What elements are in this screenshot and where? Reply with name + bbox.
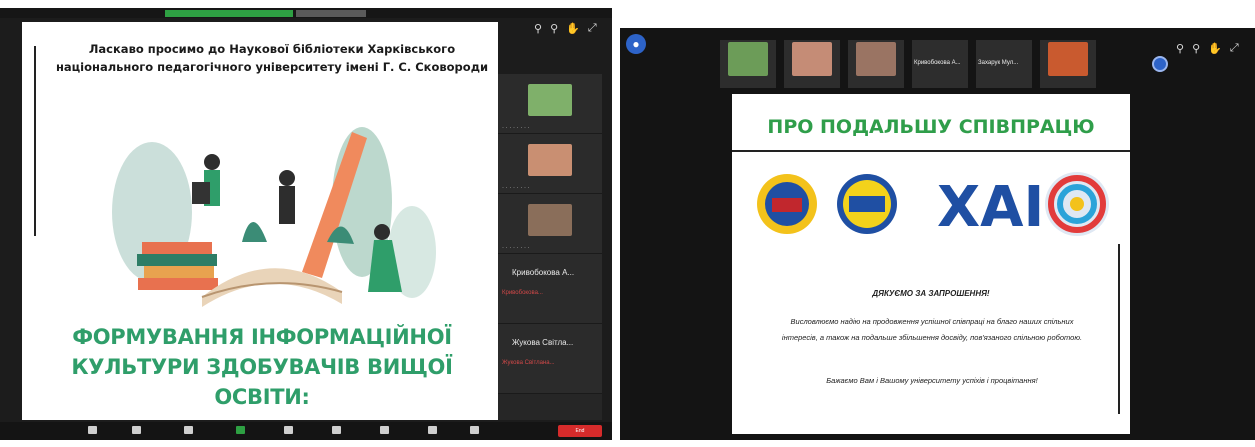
participant-strip: Кривобокова А... Захарук Мул... [720,40,1136,88]
shared-slide-right: ПРО ПОДАЛЬШУ СПІВПРАЦЮ ХАІ ДЯКУЄМО ЗА ЗА… [732,94,1130,434]
participant-video [528,204,572,236]
top-strip [0,8,612,18]
participants-panel: · · · · · · · · · · · · · · · · · · · · … [498,74,602,420]
chat-icon[interactable] [332,426,341,434]
svg-text:ХАІ: ХАІ [937,175,1044,240]
library-seal-logo [837,174,897,234]
institute-ring-logo [1045,172,1109,236]
participant-tile[interactable]: · · · · · · · · [498,134,602,194]
strip-video [856,42,896,76]
more-participants-icon[interactable] [1152,56,1168,72]
zoom-window-left: ⚲ ⚲ ✋ ⤢ Ласкаво просимо до Наукової бібл… [0,8,612,440]
zoom-out-icon[interactable]: ⚲ [1192,42,1200,55]
security-icon[interactable] [184,426,193,434]
zoom-in-icon[interactable]: ⚲ [1176,42,1184,55]
participant-name-tile[interactable]: Жукова Світла... Жукова Світлана... [498,324,602,394]
strip-name: Захарук Мул... [978,60,1019,66]
more-icon[interactable] [470,426,479,434]
strip-name: Кривобокова А... [914,60,961,66]
shared-slide-left: Ласкаво просимо до Наукової бібліотеки Х… [22,22,498,420]
sharing-indicator[interactable] [165,10,293,17]
participant-name: Кривобокова А... [512,268,575,277]
participant-caption: · · · · · · · · [502,125,530,131]
reactions-icon[interactable] [428,426,437,434]
university-seal-logo [757,174,817,234]
participant-video [528,84,572,116]
thanks-heading: ДЯКУЄМО ЗА ЗАПРОШЕННЯ! [872,289,990,298]
participant-status: Жукова Світлана... [502,360,555,366]
mute-icon[interactable] [88,426,97,434]
partner-logos: ХАІ [757,172,1109,240]
reading-illustration [112,127,436,307]
participant-status: Кривобокова... [502,290,543,296]
welcome-text: Ласкаво просимо до Наукової бібліотеки Х… [55,42,489,74]
strip-name-tile[interactable]: Кривобокова А... [912,40,968,88]
strip-participant[interactable] [1040,40,1096,88]
slide-title: ПРО ПОДАЛЬШУ СПІВПРАЦЮ [767,116,1095,138]
zoom-in-icon[interactable]: ⚲ [534,22,542,35]
shield-icon[interactable]: ● [626,34,646,54]
main-title: ФОРМУВАННЯ ІНФОРМАЦІЙНОЇ КУЛЬТУРИ ЗДОБУВ… [71,325,453,409]
xai-logo: ХАІ [937,175,1044,240]
view-controls: ⚲ ⚲ ✋ ⤢ [534,22,597,35]
video-icon[interactable] [132,426,141,434]
cooperation-paragraph: Висловлюємо надію на продовження успішно… [781,317,1083,342]
participant-tile[interactable]: · · · · · · · · [498,194,602,254]
slide-divider-vertical [1118,244,1120,414]
end-meeting-button[interactable]: End [558,425,602,437]
participant-caption: · · · · · · · · [502,245,530,251]
view-options-bar[interactable] [296,10,366,17]
share-screen-icon[interactable] [236,426,245,434]
strip-participant[interactable] [848,40,904,88]
fullscreen-icon[interactable]: ⤢ [1230,42,1239,55]
strip-participant[interactable] [784,40,840,88]
slide-divider [732,150,1130,152]
participant-video [528,144,572,176]
participant-tile[interactable]: · · · · · · · · [498,74,602,134]
zoom-window-right: ● Кривобокова А... Захарук Мул... ⚲ ⚲ ✋ … [620,28,1255,440]
view-controls: ⚲ ⚲ ✋ ⤢ [1176,42,1239,55]
zoom-out-icon[interactable]: ⚲ [550,22,558,35]
participant-name: Жукова Світла... [512,338,574,347]
participant-name-tile[interactable]: Кривобокова А... Кривобокова... [498,254,602,324]
closing-line: Бажаємо Вам і Вашому університету успіхі… [826,376,1038,385]
fullscreen-icon[interactable]: ⤢ [588,22,597,35]
strip-name-tile[interactable]: Захарук Мул... [976,40,1032,88]
participants-icon[interactable] [284,426,293,434]
record-icon[interactable] [380,426,389,434]
hand-icon[interactable]: ✋ [1208,42,1222,55]
strip-video [728,42,768,76]
strip-video [1048,42,1088,76]
hand-icon[interactable]: ✋ [566,22,580,35]
strip-participant[interactable] [720,40,776,88]
meeting-toolbar: End [0,422,612,440]
slide-divider [34,46,36,236]
strip-video [792,42,832,76]
participant-caption: · · · · · · · · [502,185,530,191]
